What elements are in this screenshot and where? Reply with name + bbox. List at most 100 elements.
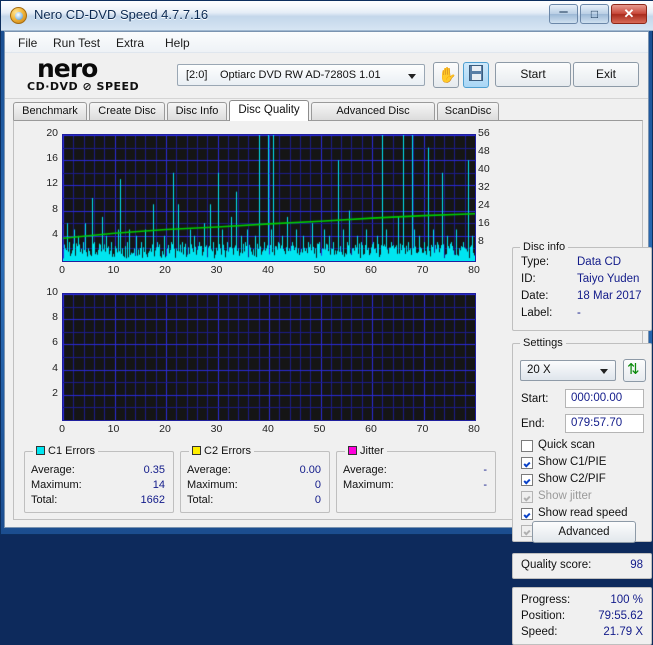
c1-total-value: 1662 [141,494,165,506]
axis-tick-label: 6 [24,336,58,348]
menu-item-file[interactable]: File [13,35,42,51]
checkbox-icon [521,440,533,452]
jitter-maximum-value: - [483,479,487,491]
axis-tick-label: 2 [24,387,58,399]
chevron-down-icon [408,74,416,79]
position-value: 79:55.62 [598,610,643,622]
close-icon: ✕ [612,6,646,22]
speed-select-value: 20 X [527,364,551,376]
menu-bar: File Run Test Extra Help [5,32,648,53]
checkbox-icon [521,508,533,520]
c2-total-label: Total: [187,494,213,506]
hand-tool-button[interactable]: ✋ [433,62,459,88]
axis-tick-label: 70 [411,264,435,276]
c2-maximum-value: 0 [315,479,321,491]
c2-pif-chart: 246810 01020304050607080 [24,288,504,443]
axis-tick-label: 16 [24,152,58,164]
c2-average-label: Average: [187,464,231,476]
jitter-average-value: - [483,464,487,476]
menu-item-run-test[interactable]: Run Test [48,35,105,51]
checkbox-icon [521,457,533,469]
settings-group: Settings 20 X ⇅ Start: 000:00.00 End: 07… [512,343,652,542]
close-button[interactable]: ✕ [611,4,647,24]
axis-tick-label: 4 [24,362,58,374]
save-button[interactable] [463,62,489,88]
start-button[interactable]: Start [495,62,571,87]
tab-disc-quality[interactable]: Disc Quality [229,100,309,121]
tab-create-disc[interactable]: Create Disc [89,102,165,120]
c2-total-value: 0 [315,494,321,506]
axis-tick-label: 8 [24,311,58,323]
window-title: Nero CD-DVD Speed 4.7.7.16 [34,7,208,22]
axis-tick-label: 80 [462,264,486,276]
end-input[interactable]: 079:57.70 [565,414,644,433]
axis-tick-label: 80 [462,423,486,435]
disc-date-label: Date: [521,290,549,302]
nero-logo: nero CD·DVD ⊘ SPEED [27,55,167,97]
speed-label: Speed: [521,626,557,638]
disc-id-value: Taiyo Yuden [577,273,639,285]
app-icon [10,7,27,24]
c1-total-label: Total: [31,494,57,506]
axis-tick-label: 0 [50,264,74,276]
jitter-maximum-label: Maximum: [343,479,394,491]
start-label: Start: [521,393,548,405]
c1-average-label: Average: [31,464,75,476]
tab-scandisc[interactable]: ScanDisc [437,102,499,120]
minimize-button[interactable]: – [549,4,578,24]
axis-tick-label: 16 [478,217,502,229]
jitter-legend: Jitter [345,445,387,457]
disc-type-label: Type: [521,256,549,268]
start-input[interactable]: 000:00.00 [565,389,644,408]
c1-average-value: 0.35 [144,464,165,476]
checkbox-label: Show read speed [538,507,628,519]
speed-select[interactable]: 20 X [520,360,616,381]
settings-title: Settings [520,337,566,349]
axis-tick-label: 56 [478,127,502,139]
tab-benchmark[interactable]: Benchmark [13,102,87,120]
axis-tick-label: 12 [24,177,58,189]
axis-tick-label: 20 [153,423,177,435]
jitter-stats: Jitter Average:- Maximum:- [336,451,496,513]
axis-tick-label: 60 [359,423,383,435]
disc-quality-panel: 48121620 8162432404856 01020304050607080… [13,120,643,520]
axis-tick-label: 40 [478,163,502,175]
c1-errors-title: C1 Errors [48,445,95,457]
tab-advanced-disc-quality[interactable]: Advanced Disc Quality [311,102,435,120]
exit-button[interactable]: Exit [573,62,639,87]
start-field-row: Start: 000:00.00 [521,389,644,409]
jitter-title: Jitter [360,445,384,457]
axis-tick-label: 40 [256,264,280,276]
disc-label-label: Label: [521,307,552,319]
drive-select[interactable]: [2:0] Optiarc DVD RW AD-7280S 1.01 [177,64,425,86]
axis-tick-label: 24 [478,199,502,211]
checkbox-icon [521,491,533,503]
c1-pie-chart: 48121620 8162432404856 01020304050607080 [24,129,504,284]
maximize-button[interactable]: □ [580,4,609,24]
checkbox-label: Show C2/PIF [538,473,606,485]
drive-name: Optiarc DVD RW AD-7280S 1.01 [220,69,381,81]
hand-icon: ✋ [438,66,457,84]
menu-item-extra[interactable]: Extra [111,35,149,51]
c2-pif-plot-area [62,293,476,421]
jitter-color-swatch [348,446,357,455]
client-area: File Run Test Extra Help nero CD·DVD ⊘ S… [4,31,649,528]
checkbox-label: Show C1/PIE [538,456,606,468]
quality-score-label: Quality score: [521,559,591,571]
position-label: Position: [521,610,565,622]
disc-id-label: ID: [521,273,536,285]
menu-item-help[interactable]: Help [160,35,195,51]
app-window: Nero CD-DVD Speed 4.7.7.16 – □ ✕ File Ru… [0,0,653,535]
c1-errors-legend: C1 Errors [33,445,98,457]
c1-pie-canvas [63,135,475,261]
disc-info-group: Disc info Type:Data CD ID:Taiyo Yuden Da… [512,247,652,331]
tab-disc-info[interactable]: Disc Info [167,102,227,120]
end-value: 079:57.70 [571,417,622,429]
advanced-button[interactable]: Advanced [532,521,636,543]
floppy-save-icon [469,65,483,81]
axis-tick-label: 20 [153,264,177,276]
quality-score-group: Quality score: 98 [512,553,652,579]
refresh-button[interactable]: ⇅ [623,359,646,382]
jitter-average-label: Average: [343,464,387,476]
axis-tick-label: 30 [205,264,229,276]
